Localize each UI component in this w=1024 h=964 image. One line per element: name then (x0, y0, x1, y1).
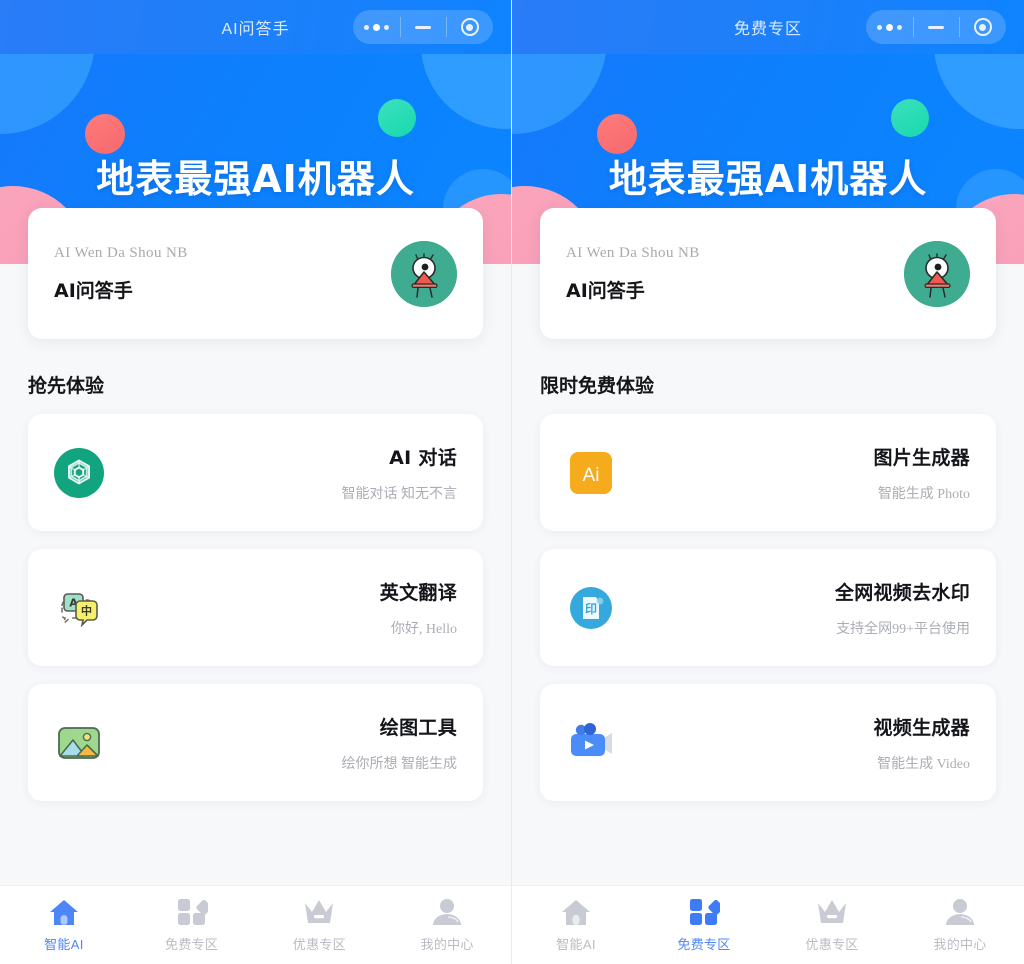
home-icon (560, 897, 592, 927)
app-window: AI问答手 地表最强AI机器人 AI Wen Da Shou NB AI问答手 … (0, 0, 1024, 964)
tab-my-center[interactable]: 我的中心 (383, 897, 511, 953)
list-item[interactable]: 印 全网视频去水印 支持全网99+平台使用 (540, 549, 996, 666)
list-item-title: AI 对话 (389, 446, 457, 469)
video-camera-icon (566, 718, 616, 768)
list-item-desc: 智能生成 Video (877, 756, 970, 772)
tab-discount-zone[interactable]: 优惠专区 (768, 897, 896, 953)
tab-label: 智能AI (44, 937, 84, 952)
picture-icon (54, 718, 104, 768)
profile-text: AI Wen Da Shou NB AI问答手 (566, 245, 904, 303)
list-item-desc: 你好, Hello (390, 621, 457, 637)
decor-circle-teal (891, 99, 929, 137)
tab-smart-ai[interactable]: 智能AI (512, 897, 640, 953)
decor-circle-topright (421, 54, 511, 129)
profile-name: AI问答手 (566, 279, 645, 302)
tab-free-zone[interactable]: 免费专区 (640, 897, 768, 953)
tab-smart-ai[interactable]: 智能AI (0, 897, 128, 953)
panel-right: 免费专区 地表最强AI机器人 AI Wen Da Shou NB AI问答手 限… (512, 0, 1024, 964)
list-item-title: 视频生成器 (873, 716, 970, 739)
decor-circle-teal (378, 99, 416, 137)
panel-left: AI问答手 地表最强AI机器人 AI Wen Da Shou NB AI问答手 … (0, 0, 512, 964)
list-item-title: 全网视频去水印 (834, 581, 970, 604)
titlebar-right: 免费专区 (512, 0, 1024, 54)
tab-label: 免费专区 (165, 937, 219, 952)
tab-label: 优惠专区 (292, 937, 346, 952)
list-item-texts: 全网视频去水印 支持全网99+平台使用 (616, 578, 970, 638)
list-item-title: 绘图工具 (379, 716, 457, 739)
decor-circle-topright (934, 54, 1024, 129)
tab-label: 免费专区 (677, 937, 731, 952)
list-item-desc: 智能对话 知无不言 (341, 486, 458, 502)
list-item-texts: 英文翻译 你好, Hello (104, 578, 457, 638)
profile-name: AI问答手 (54, 279, 133, 302)
list-item[interactable]: 视频生成器 智能生成 Video (540, 684, 996, 801)
tab-label: 优惠专区 (805, 937, 859, 952)
tab-free-zone[interactable]: 免费专区 (128, 897, 256, 953)
section-title: 限时免费体验 (540, 375, 655, 397)
list-item-title: 图片生成器 (873, 446, 970, 469)
list-item[interactable]: Ai 图片生成器 智能生成 Photo (540, 414, 996, 531)
list-item-desc: 绘你所想 智能生成 (341, 756, 458, 772)
window-controls[interactable] (353, 10, 493, 44)
list-item[interactable]: A 中 英文翻译 你好, Hello (28, 549, 483, 666)
tab-label: 我的中心 (933, 937, 987, 952)
list-item-desc: 智能生成 Photo (877, 486, 970, 502)
tab-discount-zone[interactable]: 优惠专区 (256, 897, 384, 953)
minimize-icon[interactable] (399, 10, 447, 44)
list-item-texts: 绘图工具 绘你所想 智能生成 (104, 713, 458, 773)
list-item-title: 英文翻译 (379, 581, 457, 604)
profile-card[interactable]: AI Wen Da Shou NB AI问答手 (28, 208, 483, 339)
home-icon (48, 897, 80, 927)
decor-circle-topleft (512, 54, 607, 134)
window-title: 免费专区 (733, 21, 802, 38)
tab-my-center[interactable]: 我的中心 (896, 897, 1024, 953)
list-item[interactable]: 绘图工具 绘你所想 智能生成 (28, 684, 483, 801)
decor-circle-topleft (0, 54, 95, 134)
translate-icon: A 中 (54, 583, 104, 633)
titlebar-left: AI问答手 (0, 0, 511, 54)
ai-badge-icon: Ai (566, 448, 616, 498)
monster-avatar (391, 240, 457, 307)
profile-subtitle: AI Wen Da Shou NB (566, 244, 700, 261)
window-controls[interactable] (866, 10, 1006, 44)
tabbar-right: 智能AI 免费专区 优惠专区 我的中心 (512, 885, 1024, 964)
profile-card[interactable]: AI Wen Da Shou NB AI问答手 (540, 208, 996, 339)
content-left: AI Wen Da Shou NB AI问答手 抢先体验 AI 对话 智能对话 … (0, 208, 511, 885)
content-right: AI Wen Da Shou NB AI问答手 限时免费体验 Ai 图片生成器 … (512, 208, 1024, 885)
list-item-desc: 支持全网99+平台使用 (836, 621, 970, 637)
section-title: 抢先体验 (28, 375, 105, 397)
close-target-icon[interactable] (959, 10, 1006, 44)
tab-label: 我的中心 (420, 937, 474, 952)
svg-text:中: 中 (81, 603, 92, 617)
more-dots-icon[interactable] (353, 10, 400, 44)
tab-label: 智能AI (556, 937, 596, 952)
minimize-icon[interactable] (912, 10, 960, 44)
person-icon (944, 897, 976, 927)
profile-subtitle: AI Wen Da Shou NB (54, 244, 188, 261)
monster-avatar (904, 240, 970, 307)
openai-logo-icon (54, 447, 104, 498)
list-item-texts: 视频生成器 智能生成 Video (616, 713, 970, 773)
person-icon (431, 897, 463, 927)
svg-text:印: 印 (585, 602, 597, 616)
profile-text: AI Wen Da Shou NB AI问答手 (54, 245, 391, 303)
hero-title: 地表最强AI机器人 (608, 157, 928, 201)
svg-text:Ai: Ai (583, 465, 600, 486)
watermark-icon: 印 (566, 583, 616, 633)
crown-icon (303, 897, 335, 927)
grid-icon (688, 897, 724, 927)
window-title: AI问答手 (221, 21, 290, 38)
crown-icon (816, 897, 848, 927)
tabbar-left: 智能AI 免费专区 优惠专区 我的中心 (0, 885, 511, 964)
list-item-texts: AI 对话 智能对话 知无不言 (104, 443, 458, 503)
more-dots-icon[interactable] (866, 10, 913, 44)
list-item[interactable]: AI 对话 智能对话 知无不言 (28, 414, 483, 531)
close-target-icon[interactable] (446, 10, 493, 44)
list-item-texts: 图片生成器 智能生成 Photo (616, 443, 970, 503)
grid-icon (176, 897, 211, 927)
hero-title: 地表最强AI机器人 (96, 157, 415, 201)
